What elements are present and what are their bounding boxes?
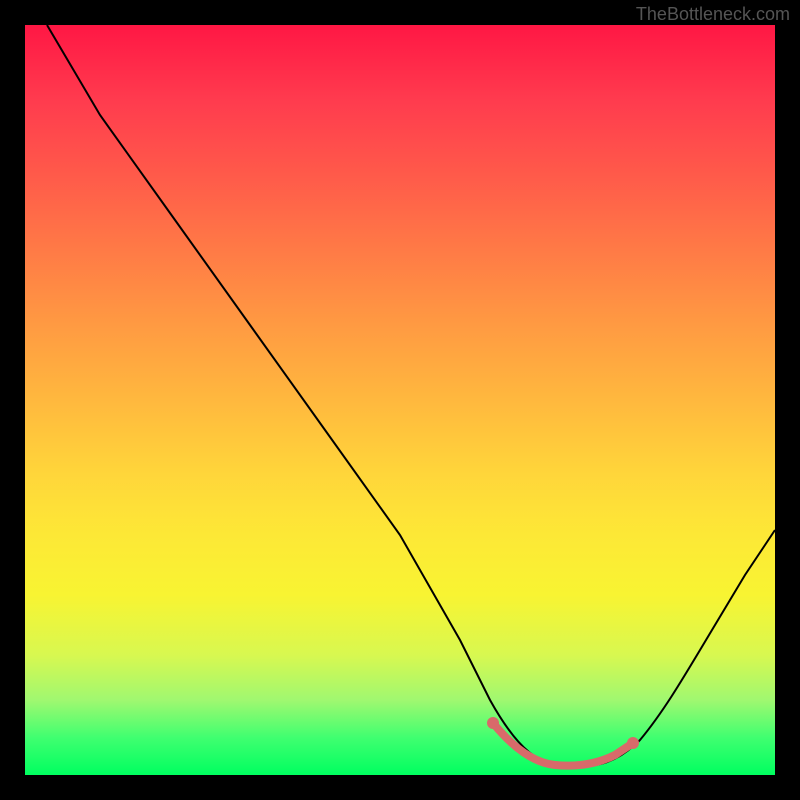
chart-svg <box>25 25 775 775</box>
highlight-end-dot <box>627 737 639 749</box>
watermark-text: TheBottleneck.com <box>636 4 790 25</box>
highlight-minimum-region <box>493 723 633 766</box>
chart-plot-area <box>25 25 775 775</box>
bottleneck-curve-line <box>47 25 775 766</box>
